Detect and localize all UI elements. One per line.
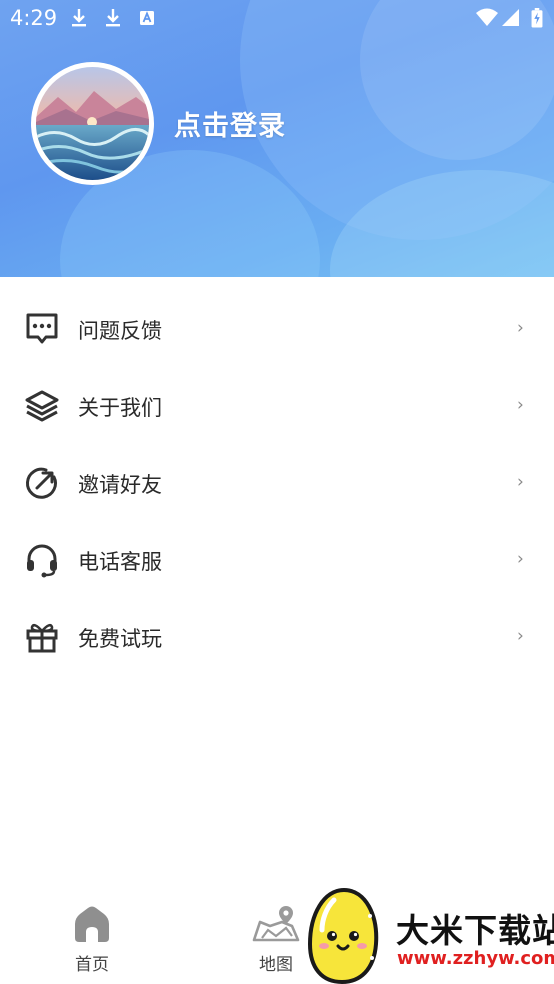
watermark-url: www.zzhyw.com — [397, 948, 554, 969]
text-recognition-icon — [140, 11, 154, 25]
landscape-avatar — [36, 67, 149, 180]
headset-icon — [27, 544, 57, 578]
status-bar: 4:29 — [0, 0, 554, 38]
chevron-right-icon: › — [517, 395, 524, 415]
menu-item-free-trial[interactable]: 免费试玩 › — [0, 599, 554, 676]
map-icon — [252, 906, 300, 942]
download-icon — [72, 9, 86, 27]
menu-item-label: 关于我们 — [78, 396, 162, 420]
menu-item-feedback[interactable]: 问题反馈 › — [0, 291, 554, 368]
home-icon — [75, 906, 109, 942]
rice-mascot-logo — [307, 887, 379, 984]
menu-item-label: 电话客服 — [78, 550, 162, 574]
chevron-right-icon: › — [517, 472, 524, 492]
nav-label: 首页 — [75, 955, 109, 975]
gift-icon — [26, 623, 58, 653]
menu-item-label: 问题反馈 — [78, 319, 162, 343]
cell-signal-icon — [502, 9, 519, 26]
share-arrow-icon — [26, 467, 57, 499]
chat-feedback-icon — [26, 313, 58, 344]
settings-menu: 问题反馈 › 关于我们 › 邀请好友 › 电话客服 › 免费试玩 › — [0, 291, 554, 676]
menu-item-phone-support[interactable]: 电话客服 › — [0, 522, 554, 599]
avatar[interactable] — [31, 62, 154, 185]
watermark-title: 大米下载站 — [396, 911, 554, 950]
menu-item-label: 邀请好友 — [78, 473, 162, 497]
layers-icon — [25, 390, 59, 422]
wifi-icon — [476, 8, 498, 26]
profile-header: 4:29 点击登录 — [0, 0, 554, 277]
login-link[interactable]: 点击登录 — [174, 104, 286, 143]
watermark: 大米下载站 www.zzhyw.com — [300, 886, 554, 984]
nav-item-home[interactable]: 首页 — [57, 904, 127, 975]
menu-item-about[interactable]: 关于我们 › — [0, 368, 554, 445]
menu-item-label: 免费试玩 — [78, 627, 162, 651]
download-icon — [106, 9, 120, 27]
status-time: 4:29 — [10, 6, 58, 30]
menu-item-invite[interactable]: 邀请好友 › — [0, 445, 554, 522]
chevron-right-icon: › — [517, 626, 524, 646]
battery-charging-icon — [531, 8, 543, 28]
chevron-right-icon: › — [517, 549, 524, 569]
chevron-right-icon: › — [517, 318, 524, 338]
